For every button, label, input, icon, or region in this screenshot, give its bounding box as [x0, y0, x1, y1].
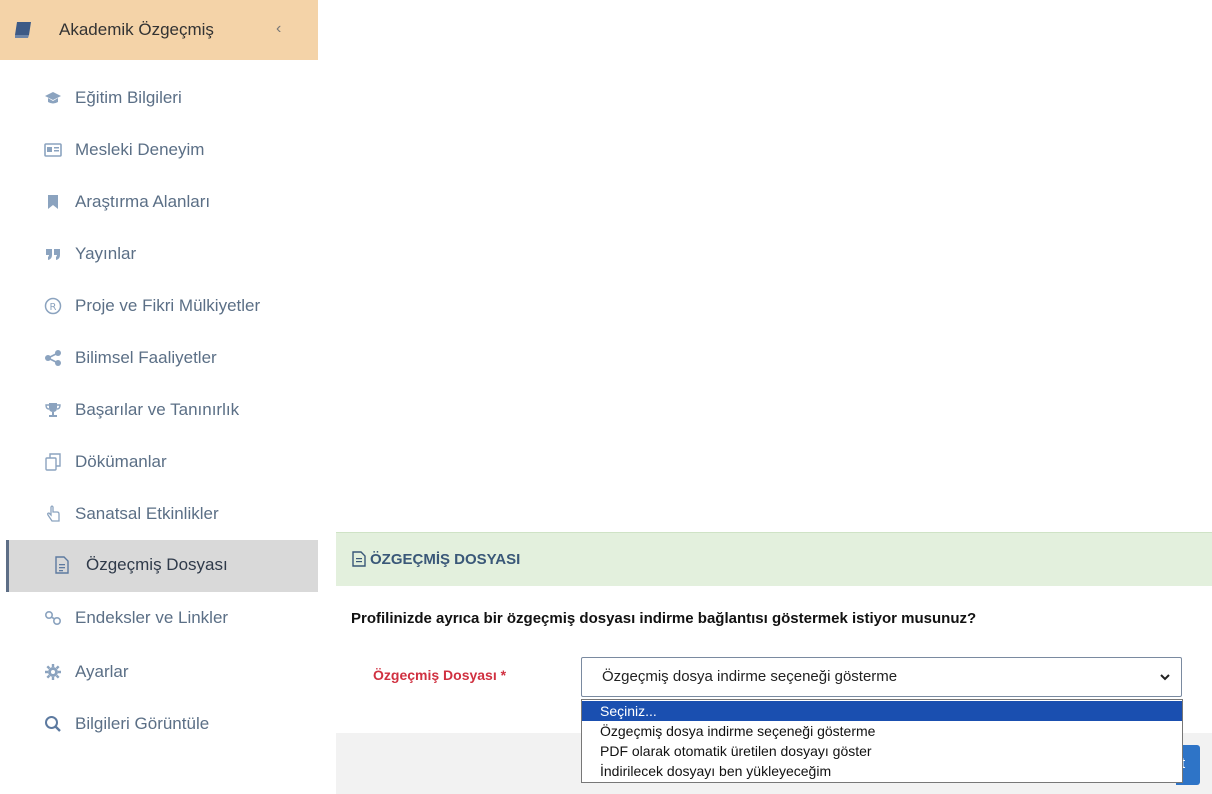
graduation-cap-icon [44, 89, 62, 107]
dropdown-option-label: PDF olarak otomatik üretilen dosyayı gös… [600, 743, 872, 759]
chevron-down-icon [1159, 670, 1171, 682]
sidebar-item-label: Araştırma Alanları [75, 192, 211, 211]
sidebar-item-mesleki-deneyim[interactable]: Mesleki Deneyim [0, 130, 318, 170]
sidebar-item-yayinlar[interactable]: Yayınlar [0, 234, 318, 274]
documents-icon [44, 453, 62, 471]
dropdown-option-label: Özgeçmiş dosya indirme seçeneği gösterme [600, 723, 876, 739]
id-card-icon [44, 141, 62, 159]
dropdown-option-label: İndirilecek dosyayı ben yükleyeceğim [600, 763, 832, 779]
sidebar-item-sanatsal-etkinlikler[interactable]: Sanatsal Etkinlikler [0, 494, 318, 534]
sidebar-item-ozgecmis-dosyasi[interactable]: Özgeçmiş Dosyası [6, 540, 318, 592]
sidebar-item-proje-fikri-mulkiyetler[interactable]: R Proje ve Fikri Mülkiyetler [0, 286, 318, 326]
sidebar-item-label: Bilimsel Faaliyetler [75, 348, 217, 367]
sidebar-item-label: Sanatsal Etkinlikler [75, 504, 219, 523]
dropdown-option[interactable]: İndirilecek dosyayı ben yükleyeceğim [582, 761, 1182, 781]
field-label-text: Özgeçmiş Dosyası [373, 667, 497, 683]
panel-title: ÖZGEÇMİŞ DOSYASI [370, 551, 521, 568]
select-value: Özgeçmiş dosya indirme seçeneği gösterme [602, 668, 898, 685]
sidebar-item-endeksler-linkler[interactable]: Endeksler ve Linkler [0, 598, 318, 638]
share-nodes-icon [44, 349, 62, 367]
dropdown-option[interactable]: Seçiniz... [582, 701, 1182, 721]
sidebar-item-label: Özgeçmiş Dosyası [86, 555, 228, 574]
sidebar-item-arastirma-alanlari[interactable]: Araştırma Alanları [0, 182, 318, 222]
select-dropdown-list: Seçiniz... Özgeçmiş dosya indirme seçene… [581, 699, 1183, 783]
file-text-icon [53, 556, 71, 574]
sidebar-item-bilimsel-faaliyetler[interactable]: Bilimsel Faaliyetler [0, 338, 318, 378]
dropdown-option-label: Seçiniz... [600, 703, 657, 719]
sidebar-item-egitim-bilgileri[interactable]: Eğitim Bilgileri [0, 78, 318, 118]
collapse-chevron-icon[interactable]: ‹ [276, 20, 281, 38]
hand-pointer-icon [44, 505, 62, 523]
sidebar-item-label: Endeksler ve Linkler [75, 608, 229, 627]
sidebar-item-label: Mesleki Deneyim [75, 140, 205, 159]
sidebar-item-bilgileri-goruntule[interactable]: Bilgileri Görüntüle [0, 704, 318, 744]
sidebar-header-title: Akademik Özgeçmiş [59, 20, 214, 39]
required-mark: * [500, 667, 507, 683]
sidebar-item-label: Ayarlar [75, 662, 129, 681]
trophy-icon [44, 401, 62, 419]
field-label: Özgeçmiş Dosyası * [373, 667, 506, 683]
dropdown-option[interactable]: PDF olarak otomatik üretilen dosyayı gös… [582, 741, 1182, 761]
sidebar-item-label: Başarılar ve Tanınırlık [75, 400, 240, 419]
cog-icon [44, 663, 62, 681]
svg-text:R: R [50, 302, 57, 313]
link-icon [44, 609, 62, 627]
cv-file-select[interactable]: Özgeçmiş dosya indirme seçeneği gösterme [581, 657, 1182, 697]
sidebar-item-label: Eğitim Bilgileri [75, 88, 182, 107]
sidebar-item-basarilar[interactable]: Başarılar ve Tanınırlık [0, 390, 318, 430]
sidebar-item-label: Yayınlar [75, 244, 137, 263]
search-icon [44, 715, 62, 733]
question-text: Profilinizde ayrıca bir özgeçmiş dosyası… [351, 610, 977, 627]
quote-icon [44, 245, 62, 263]
bookmark-icon [44, 193, 62, 211]
book-icon [14, 21, 34, 39]
dropdown-option[interactable]: Özgeçmiş dosya indirme seçeneği gösterme [582, 721, 1182, 741]
sidebar-item-label: Dökümanlar [75, 452, 167, 471]
registered-icon: R [44, 297, 62, 315]
file-text-icon [352, 551, 366, 567]
panel-header: ÖZGEÇMİŞ DOSYASI [336, 532, 1212, 586]
sidebar-item-dokumanlar[interactable]: Dökümanlar [0, 442, 318, 482]
sidebar-item-label: Bilgileri Görüntüle [75, 714, 210, 733]
sidebar-header[interactable]: Akademik Özgeçmiş ‹ [0, 0, 318, 60]
sidebar-item-ayarlar[interactable]: Ayarlar [0, 652, 318, 692]
sidebar-item-label: Proje ve Fikri Mülkiyetler [75, 296, 261, 315]
sidebar: Akademik Özgeçmiş ‹ Eğitim Bilgileri Mes… [0, 0, 318, 794]
